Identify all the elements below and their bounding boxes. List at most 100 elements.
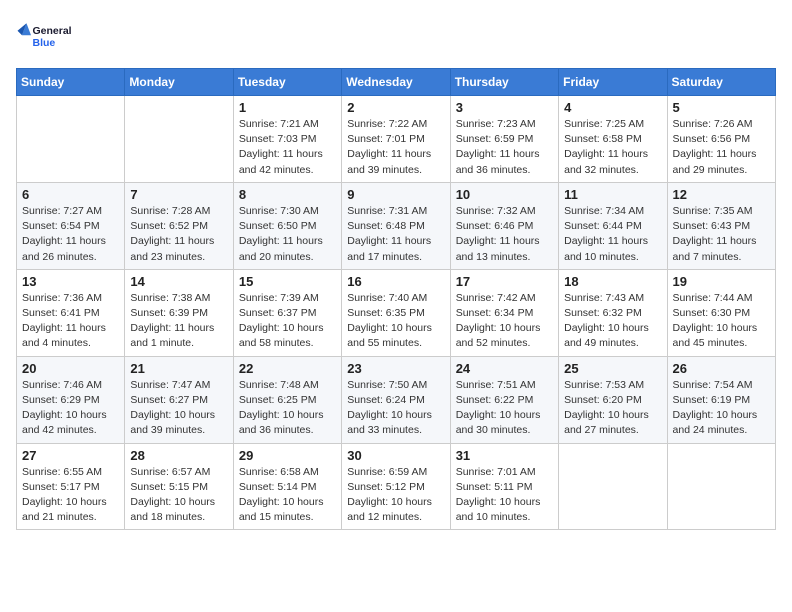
- calendar-cell: 20 Sunrise: 7:46 AM Sunset: 6:29 PM Dayli…: [17, 356, 125, 443]
- calendar-header-row: SundayMondayTuesdayWednesdayThursdayFrid…: [17, 69, 776, 96]
- day-number: 16: [347, 274, 444, 289]
- calendar-cell: 19 Sunrise: 7:44 AM Sunset: 6:30 PM Dayli…: [667, 269, 775, 356]
- calendar-cell: 16 Sunrise: 7:40 AM Sunset: 6:35 PM Dayli…: [342, 269, 450, 356]
- calendar-cell: 5 Sunrise: 7:26 AM Sunset: 6:56 PM Daylig…: [667, 96, 775, 183]
- day-info: Sunrise: 7:35 AM Sunset: 6:43 PM Dayligh…: [673, 204, 770, 265]
- day-number: 27: [22, 448, 119, 463]
- svg-text:General: General: [33, 25, 72, 37]
- day-info: Sunrise: 7:21 AM Sunset: 7:03 PM Dayligh…: [239, 117, 336, 178]
- day-number: 14: [130, 274, 227, 289]
- calendar-week-5: 27Sunrise: 6:55 AM Sunset: 5:17 PM Dayli…: [17, 443, 776, 530]
- calendar-cell: [17, 96, 125, 183]
- day-number: 30: [347, 448, 444, 463]
- day-number: 6: [22, 187, 119, 202]
- day-info: Sunrise: 7:34 AM Sunset: 6:44 PM Dayligh…: [564, 204, 661, 265]
- day-info: Sunrise: 7:48 AM Sunset: 6:25 PM Dayligh…: [239, 378, 336, 439]
- day-number: 2: [347, 100, 444, 115]
- day-info: Sunrise: 7:43 AM Sunset: 6:32 PM Dayligh…: [564, 291, 661, 352]
- calendar-body: 1 Sunrise: 7:21 AM Sunset: 7:03 PM Daylig…: [17, 96, 776, 530]
- calendar-cell: 6 Sunrise: 7:27 AM Sunset: 6:54 PM Daylig…: [17, 182, 125, 269]
- calendar-cell: 3 Sunrise: 7:23 AM Sunset: 6:59 PM Daylig…: [450, 96, 558, 183]
- calendar-week-2: 6 Sunrise: 7:27 AM Sunset: 6:54 PM Daylig…: [17, 182, 776, 269]
- day-info: Sunrise: 7:42 AM Sunset: 6:34 PM Dayligh…: [456, 291, 553, 352]
- day-info: Sunrise: 7:22 AM Sunset: 7:01 PM Dayligh…: [347, 117, 444, 178]
- day-info: Sunrise: 7:40 AM Sunset: 6:35 PM Dayligh…: [347, 291, 444, 352]
- day-number: 21: [130, 361, 227, 376]
- day-info: Sunrise: 7:28 AM Sunset: 6:52 PM Dayligh…: [130, 204, 227, 265]
- day-info: Sunrise: 7:47 AM Sunset: 6:27 PM Dayligh…: [130, 378, 227, 439]
- day-info: Sunrise: 7:38 AM Sunset: 6:39 PM Dayligh…: [130, 291, 227, 352]
- calendar-cell: 15 Sunrise: 7:39 AM Sunset: 6:37 PM Dayli…: [233, 269, 341, 356]
- day-info: Sunrise: 7:46 AM Sunset: 6:29 PM Dayligh…: [22, 378, 119, 439]
- svg-text:Blue: Blue: [33, 37, 56, 49]
- day-number: 24: [456, 361, 553, 376]
- calendar-cell: 2 Sunrise: 7:22 AM Sunset: 7:01 PM Daylig…: [342, 96, 450, 183]
- day-info: Sunrise: 7:27 AM Sunset: 6:54 PM Dayligh…: [22, 204, 119, 265]
- calendar-cell: [667, 443, 775, 530]
- calendar-header-wednesday: Wednesday: [342, 69, 450, 96]
- day-number: 19: [673, 274, 770, 289]
- day-info: Sunrise: 7:54 AM Sunset: 6:19 PM Dayligh…: [673, 378, 770, 439]
- day-number: 8: [239, 187, 336, 202]
- calendar-cell: 17 Sunrise: 7:42 AM Sunset: 6:34 PM Dayli…: [450, 269, 558, 356]
- day-info: Sunrise: 6:59 AM Sunset: 5:12 PM Dayligh…: [347, 465, 444, 526]
- day-number: 5: [673, 100, 770, 115]
- calendar-header-tuesday: Tuesday: [233, 69, 341, 96]
- day-number: 26: [673, 361, 770, 376]
- calendar-cell: 8 Sunrise: 7:30 AM Sunset: 6:50 PM Daylig…: [233, 182, 341, 269]
- day-number: 4: [564, 100, 661, 115]
- day-number: 29: [239, 448, 336, 463]
- day-number: 1: [239, 100, 336, 115]
- calendar-cell: 14 Sunrise: 7:38 AM Sunset: 6:39 PM Dayli…: [125, 269, 233, 356]
- day-info: Sunrise: 7:39 AM Sunset: 6:37 PM Dayligh…: [239, 291, 336, 352]
- day-info: Sunrise: 7:53 AM Sunset: 6:20 PM Dayligh…: [564, 378, 661, 439]
- day-number: 11: [564, 187, 661, 202]
- day-number: 9: [347, 187, 444, 202]
- calendar-cell: 31Sunrise: 7:01 AM Sunset: 5:11 PM Dayli…: [450, 443, 558, 530]
- day-number: 3: [456, 100, 553, 115]
- calendar-cell: 23 Sunrise: 7:50 AM Sunset: 6:24 PM Dayli…: [342, 356, 450, 443]
- calendar-cell: 29Sunrise: 6:58 AM Sunset: 5:14 PM Dayli…: [233, 443, 341, 530]
- calendar-cell: 13Sunrise: 7:36 AM Sunset: 6:41 PM Dayli…: [17, 269, 125, 356]
- day-number: 13: [22, 274, 119, 289]
- calendar-header-friday: Friday: [559, 69, 667, 96]
- calendar-cell: 27Sunrise: 6:55 AM Sunset: 5:17 PM Dayli…: [17, 443, 125, 530]
- day-info: Sunrise: 7:26 AM Sunset: 6:56 PM Dayligh…: [673, 117, 770, 178]
- calendar-header-sunday: Sunday: [17, 69, 125, 96]
- calendar-header-monday: Monday: [125, 69, 233, 96]
- day-info: Sunrise: 7:31 AM Sunset: 6:48 PM Dayligh…: [347, 204, 444, 265]
- calendar-cell: 4Sunrise: 7:25 AM Sunset: 6:58 PM Daylig…: [559, 96, 667, 183]
- day-number: 17: [456, 274, 553, 289]
- day-number: 23: [347, 361, 444, 376]
- day-number: 10: [456, 187, 553, 202]
- calendar-cell: 21 Sunrise: 7:47 AM Sunset: 6:27 PM Dayli…: [125, 356, 233, 443]
- day-info: Sunrise: 7:44 AM Sunset: 6:30 PM Dayligh…: [673, 291, 770, 352]
- calendar-week-3: 13Sunrise: 7:36 AM Sunset: 6:41 PM Dayli…: [17, 269, 776, 356]
- day-number: 15: [239, 274, 336, 289]
- day-number: 20: [22, 361, 119, 376]
- calendar-cell: 12Sunrise: 7:35 AM Sunset: 6:43 PM Dayli…: [667, 182, 775, 269]
- calendar-cell: [125, 96, 233, 183]
- page-header: General Blue: [16, 16, 776, 56]
- calendar-week-4: 20 Sunrise: 7:46 AM Sunset: 6:29 PM Dayli…: [17, 356, 776, 443]
- day-info: Sunrise: 6:57 AM Sunset: 5:15 PM Dayligh…: [130, 465, 227, 526]
- calendar-cell: 7 Sunrise: 7:28 AM Sunset: 6:52 PM Daylig…: [125, 182, 233, 269]
- day-info: Sunrise: 7:30 AM Sunset: 6:50 PM Dayligh…: [239, 204, 336, 265]
- calendar-cell: 22 Sunrise: 7:48 AM Sunset: 6:25 PM Dayli…: [233, 356, 341, 443]
- day-number: 22: [239, 361, 336, 376]
- day-number: 18: [564, 274, 661, 289]
- day-info: Sunrise: 7:50 AM Sunset: 6:24 PM Dayligh…: [347, 378, 444, 439]
- calendar-cell: [559, 443, 667, 530]
- calendar-cell: 25 Sunrise: 7:53 AM Sunset: 6:20 PM Dayli…: [559, 356, 667, 443]
- logo: General Blue: [16, 16, 76, 56]
- day-number: 25: [564, 361, 661, 376]
- calendar-cell: 26 Sunrise: 7:54 AM Sunset: 6:19 PM Dayli…: [667, 356, 775, 443]
- day-number: 7: [130, 187, 227, 202]
- day-info: Sunrise: 7:32 AM Sunset: 6:46 PM Dayligh…: [456, 204, 553, 265]
- day-info: Sunrise: 7:51 AM Sunset: 6:22 PM Dayligh…: [456, 378, 553, 439]
- day-info: Sunrise: 7:23 AM Sunset: 6:59 PM Dayligh…: [456, 117, 553, 178]
- calendar-cell: 18 Sunrise: 7:43 AM Sunset: 6:32 PM Dayli…: [559, 269, 667, 356]
- logo-svg: General Blue: [16, 16, 76, 56]
- calendar-table: SundayMondayTuesdayWednesdayThursdayFrid…: [16, 68, 776, 530]
- calendar-cell: 28Sunrise: 6:57 AM Sunset: 5:15 PM Dayli…: [125, 443, 233, 530]
